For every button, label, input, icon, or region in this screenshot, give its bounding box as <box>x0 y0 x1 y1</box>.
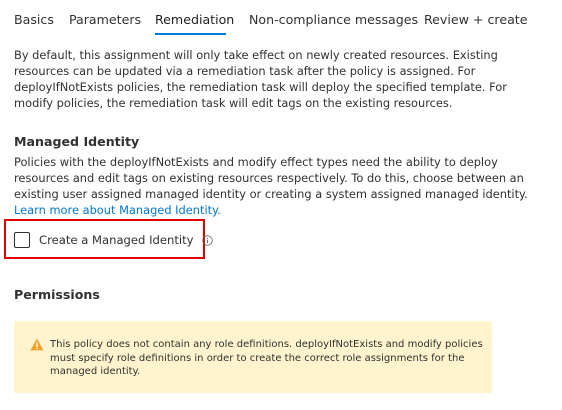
learn-more-row: Learn more about Managed Identity. <box>14 202 559 218</box>
info-circle-icon[interactable] <box>201 234 213 246</box>
tab-parameters[interactable]: Parameters <box>69 12 141 28</box>
description-line: existing user assigned managed identity … <box>14 187 528 201</box>
warning-line: This policy does not contain any role de… <box>50 339 483 350</box>
warning-triangle-icon <box>30 338 44 351</box>
remediation-page: Basics Parameters Remediation Non-compli… <box>0 0 562 410</box>
tab-basics[interactable]: Basics <box>14 12 54 28</box>
create-managed-identity-checkbox[interactable] <box>14 232 30 248</box>
intro-line: modify policies, the remediation task wi… <box>14 96 453 110</box>
tab-remediation[interactable]: Remediation <box>155 12 234 28</box>
tab-non-compliance-messages[interactable]: Non-compliance messages <box>249 12 418 28</box>
intro-paragraph: By default, this assignment will only ta… <box>14 47 554 111</box>
intro-line: deployIfNotExists policies, the remediat… <box>14 80 507 94</box>
active-tab-indicator <box>155 33 226 35</box>
tab-review-create[interactable]: Review + create <box>424 12 527 28</box>
permissions-heading: Permissions <box>14 287 100 302</box>
managed-identity-description: Policies with the deployIfNotExists and … <box>14 154 559 218</box>
warning-line: managed identity. <box>50 366 141 377</box>
description-line: resources and edit tags on existing reso… <box>14 171 524 185</box>
create-managed-identity-row[interactable]: Create a Managed Identity <box>14 230 213 250</box>
create-managed-identity-label[interactable]: Create a Managed Identity <box>39 233 194 247</box>
intro-line: resources can be updated via a remediati… <box>14 64 476 78</box>
learn-more-link[interactable]: Learn more about Managed Identity. <box>14 203 221 217</box>
intro-line: By default, this assignment will only ta… <box>14 48 498 62</box>
managed-identity-heading: Managed Identity <box>14 134 140 149</box>
warning-message: This policy does not contain any role de… <box>50 338 490 379</box>
tab-bar: Basics Parameters Remediation Non-compli… <box>0 0 562 36</box>
warning-line: must specify role definitions in order t… <box>50 352 465 364</box>
permissions-warning-banner: This policy does not contain any role de… <box>14 321 492 393</box>
description-line: Policies with the deployIfNotExists and … <box>14 155 498 169</box>
